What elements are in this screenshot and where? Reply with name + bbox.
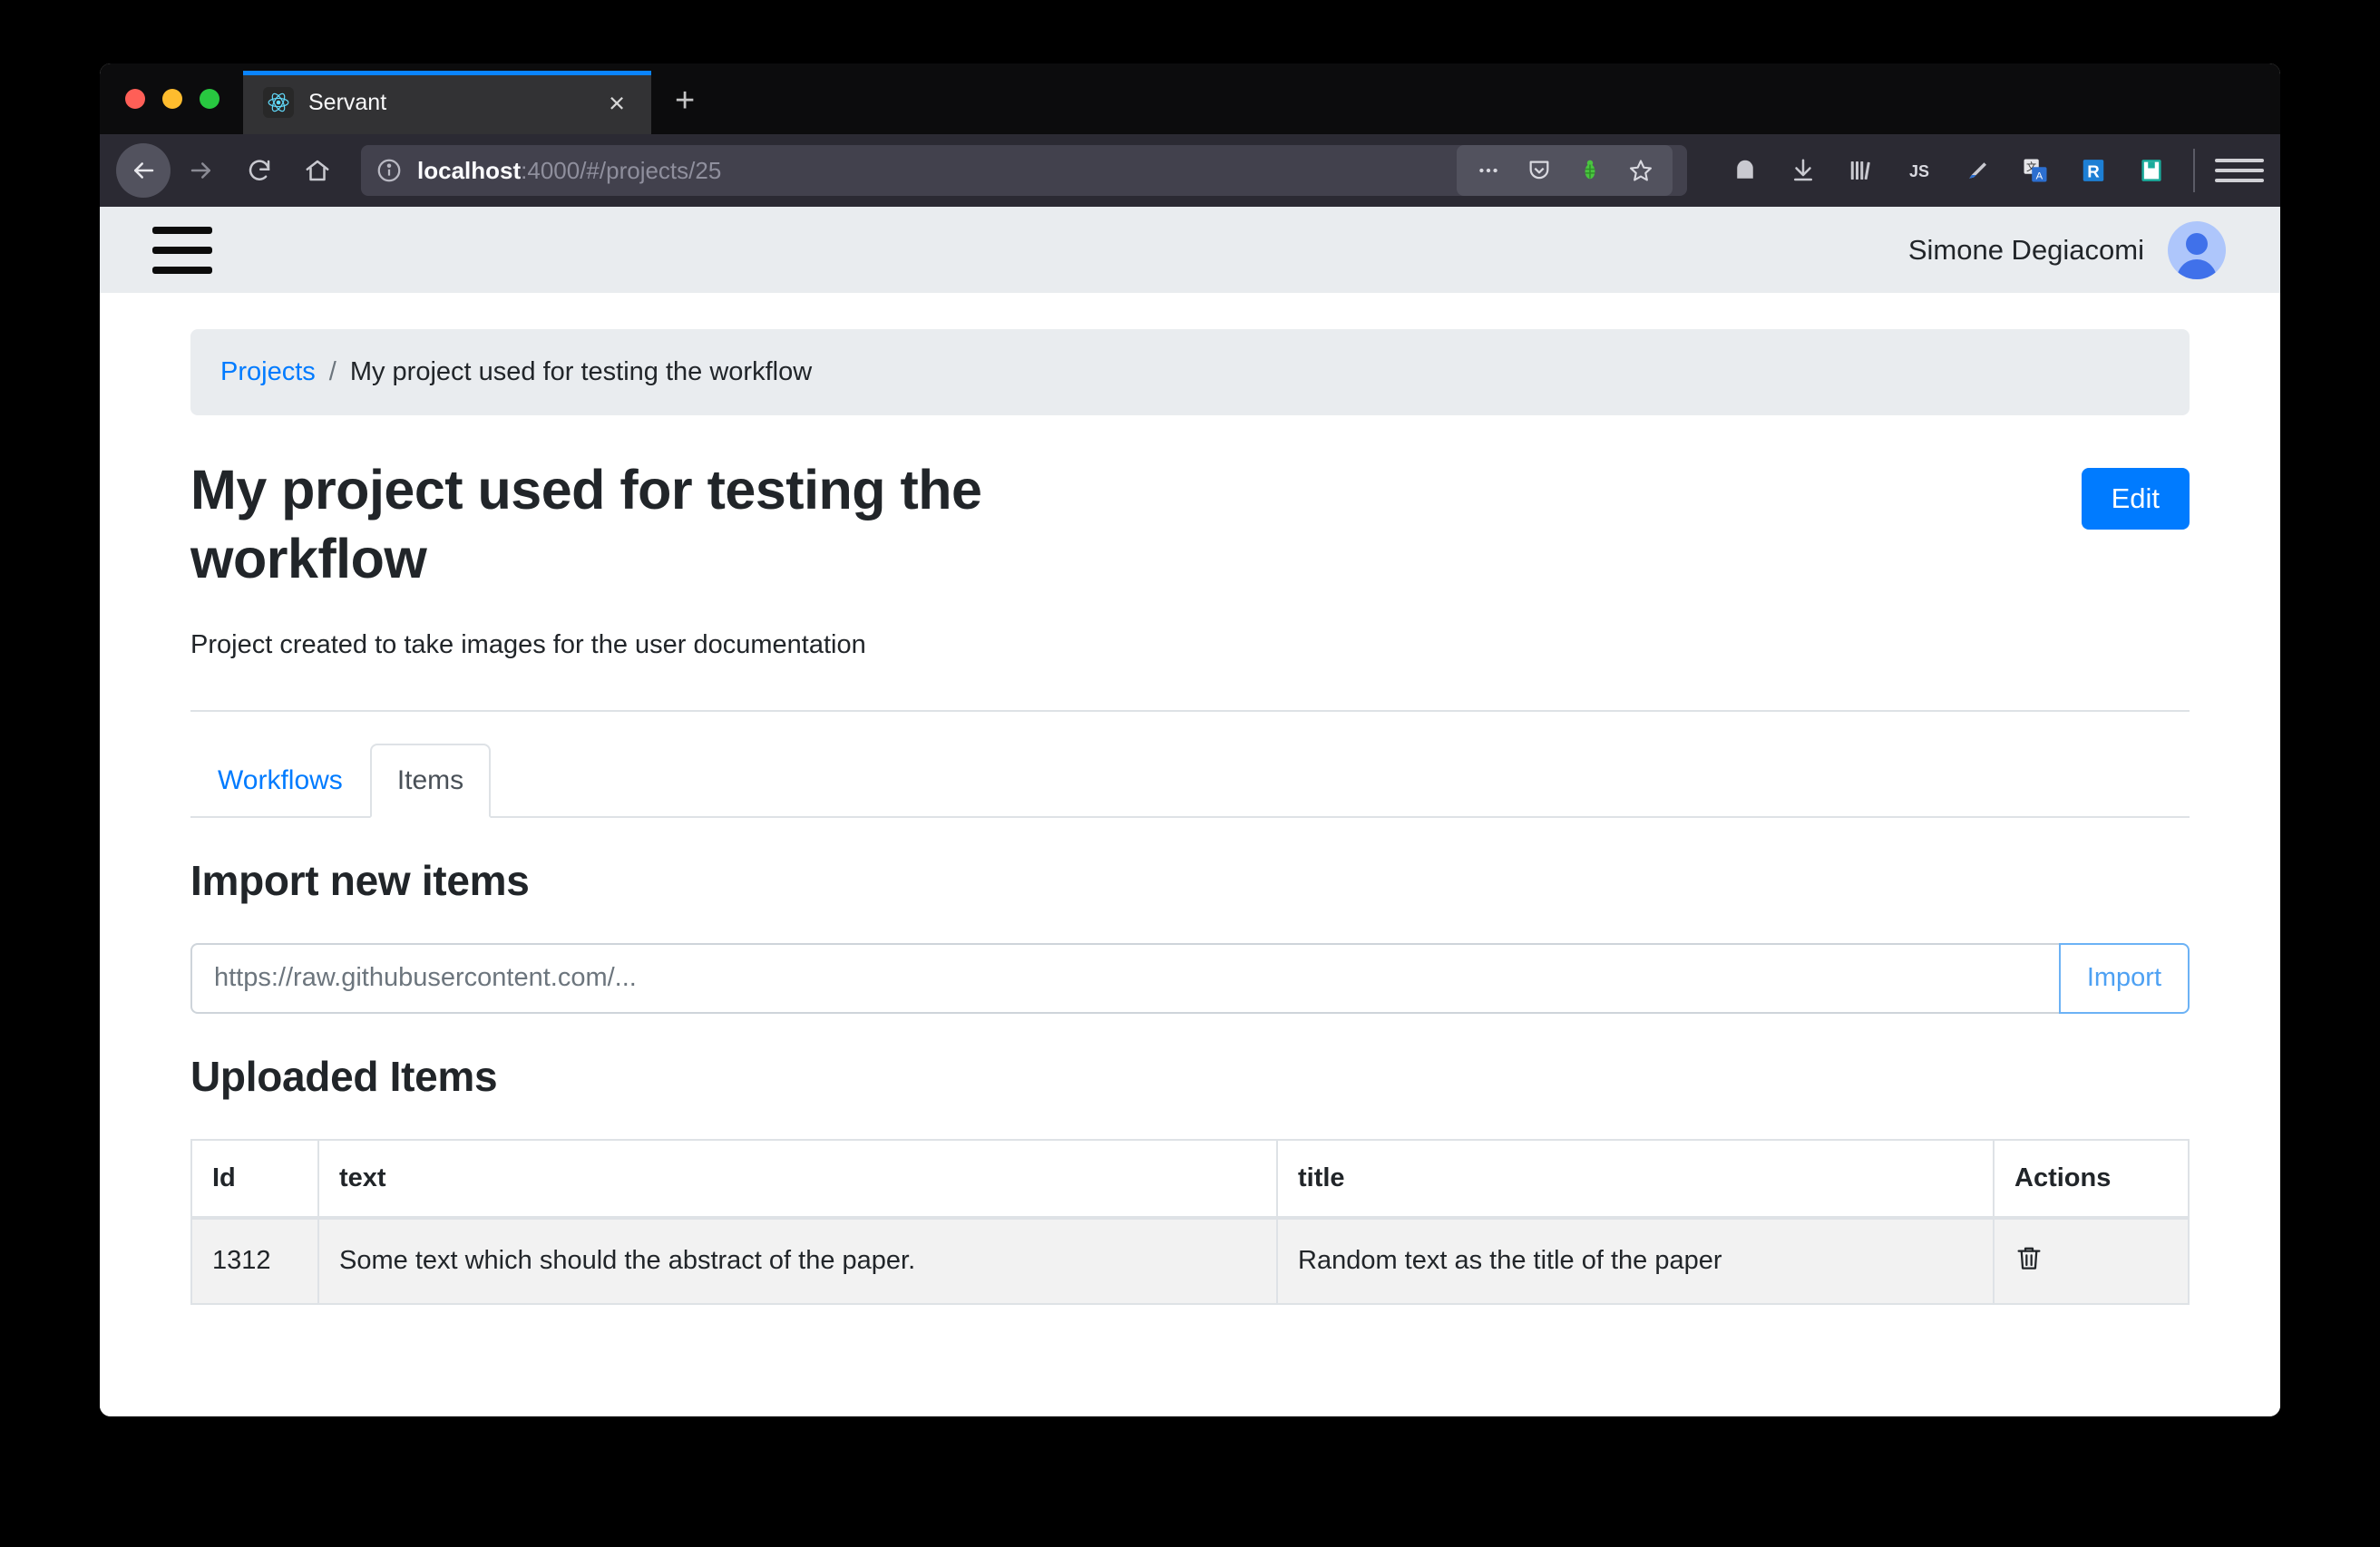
- table-row: 1312 Some text which should the abstract…: [191, 1218, 2189, 1304]
- tab-workflows[interactable]: Workflows: [190, 744, 370, 818]
- breadcrumb-separator: /: [329, 357, 337, 387]
- column-header-title: title: [1277, 1140, 1994, 1218]
- url-path: :4000/#/projects/25: [521, 157, 721, 184]
- save-page-icon[interactable]: [2130, 149, 2173, 192]
- import-url-input[interactable]: [190, 943, 2059, 1014]
- maximize-window-button[interactable]: [200, 89, 219, 109]
- reload-icon[interactable]: [232, 143, 287, 198]
- project-tabs: Workflows Items: [190, 744, 2190, 818]
- url-text: localhost:4000/#/projects/25: [417, 157, 721, 185]
- page-title: My project used for testing the workflow: [190, 455, 1079, 594]
- browser-window: Servant × +: [100, 63, 2280, 1416]
- tab-items[interactable]: Items: [370, 744, 491, 818]
- svg-text:JS: JS: [1909, 162, 1929, 180]
- pocket-icon[interactable]: [1518, 150, 1560, 191]
- hamburger-menu-icon[interactable]: [2215, 146, 2264, 195]
- header-divider: [190, 710, 2190, 712]
- import-button[interactable]: Import: [2059, 943, 2190, 1014]
- page-container: Projects / My project used for testing t…: [100, 329, 2280, 1305]
- user-name-label: Simone Degiacomi: [1908, 234, 2144, 267]
- close-tab-icon[interactable]: ×: [599, 89, 635, 117]
- column-header-id: Id: [191, 1140, 318, 1218]
- cell-actions: [1994, 1218, 2189, 1304]
- url-host: localhost: [417, 157, 521, 184]
- close-window-button[interactable]: [125, 89, 145, 109]
- javascript-extension-icon[interactable]: JS: [1897, 149, 1941, 192]
- url-action-buttons: [1457, 145, 1673, 196]
- page-header: My project used for testing the workflow…: [190, 455, 2190, 594]
- import-input-group: Import: [190, 943, 2190, 1014]
- user-avatar-icon: [2168, 221, 2226, 279]
- cell-title: Random text as the title of the paper: [1277, 1218, 1994, 1304]
- extension-toolbar: JS 文 A R: [1703, 149, 2173, 192]
- breadcrumb-current: My project used for testing the workflow: [350, 357, 812, 387]
- site-info-icon: [376, 157, 403, 184]
- cell-text: Some text which should the abstract of t…: [318, 1218, 1277, 1304]
- svg-text:R: R: [2087, 162, 2100, 181]
- bug-extension-icon[interactable]: [1569, 150, 1611, 191]
- new-tab-button[interactable]: +: [651, 83, 718, 134]
- url-bar[interactable]: localhost:4000/#/projects/25: [361, 145, 1687, 196]
- svg-text:A: A: [2036, 170, 2043, 181]
- bookmark-star-icon[interactable]: [1620, 150, 1662, 191]
- breadcrumb-link-projects[interactable]: Projects: [220, 357, 316, 387]
- table-header: Id text title Actions: [191, 1140, 2189, 1218]
- browser-tab[interactable]: Servant ×: [243, 71, 651, 134]
- r-extension-icon[interactable]: R: [2072, 149, 2115, 192]
- table-header-row: Id text title Actions: [191, 1140, 2189, 1218]
- app-navbar: Simone Degiacomi: [100, 207, 2280, 293]
- trash-icon[interactable]: [2014, 1242, 2043, 1273]
- page-actions-ellipsis-icon[interactable]: [1468, 150, 1509, 191]
- library-icon[interactable]: [1839, 149, 1883, 192]
- import-section-heading: Import new items: [190, 856, 2190, 905]
- home-icon[interactable]: [290, 143, 345, 198]
- page-content: Simone Degiacomi Projects / My project u…: [100, 207, 2280, 1416]
- downloads-icon[interactable]: [1781, 149, 1825, 192]
- browser-toolbar: localhost:4000/#/projects/25: [100, 134, 2280, 207]
- toolbar-divider: [2193, 149, 2195, 192]
- breadcrumb: Projects / My project used for testing t…: [190, 329, 2190, 415]
- column-header-actions: Actions: [1994, 1140, 2189, 1218]
- uploaded-items-heading: Uploaded Items: [190, 1052, 2190, 1101]
- ghost-extension-icon[interactable]: [1723, 149, 1767, 192]
- browser-tab-strip: Servant × +: [100, 63, 2280, 134]
- translate-extension-icon[interactable]: 文 A: [2014, 149, 2057, 192]
- pen-extension-icon[interactable]: [1956, 149, 1999, 192]
- edit-button[interactable]: Edit: [2082, 468, 2190, 530]
- column-header-text: text: [318, 1140, 1277, 1218]
- uploaded-items-table: Id text title Actions 1312 Some text whi…: [190, 1139, 2190, 1305]
- minimize-window-button[interactable]: [162, 89, 182, 109]
- window-traffic-lights: [100, 63, 243, 134]
- browser-tab-title: Servant: [308, 90, 599, 116]
- sidebar-toggle-hamburger-icon[interactable]: [152, 227, 212, 274]
- back-arrow-icon[interactable]: [116, 143, 171, 198]
- table-body: 1312 Some text which should the abstract…: [191, 1218, 2189, 1304]
- user-menu[interactable]: Simone Degiacomi: [1908, 221, 2226, 279]
- forward-arrow-icon[interactable]: [174, 143, 229, 198]
- project-description: Project created to take images for the u…: [190, 630, 2190, 660]
- react-logo-icon: [263, 87, 294, 118]
- cell-id: 1312: [191, 1218, 318, 1304]
